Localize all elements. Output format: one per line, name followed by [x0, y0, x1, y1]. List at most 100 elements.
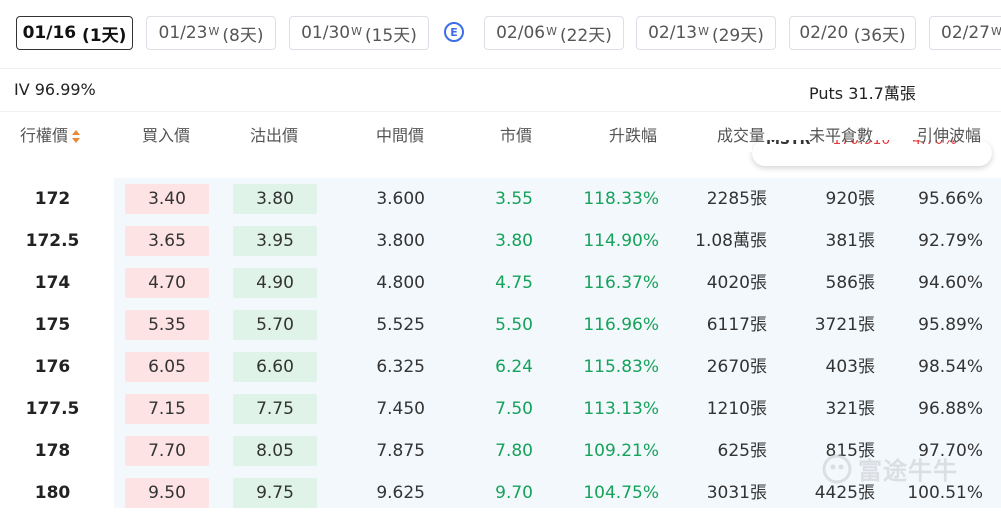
expiry-tab-0116[interactable]: 01/16 (1天) — [16, 16, 133, 50]
cell-mid: 3.800 — [376, 231, 425, 251]
cell-ask[interactable]: 7.75 — [233, 394, 317, 424]
cell-volume: 1210張 — [706, 399, 767, 419]
cell-ask[interactable]: 3.80 — [233, 184, 317, 214]
cell-mid: 7.450 — [376, 399, 425, 419]
weekly-marker: W — [698, 24, 709, 38]
cell-bid[interactable]: 7.70 — [125, 436, 209, 466]
cell-iv: 95.66% — [918, 189, 983, 209]
cell-volume: 2285張 — [706, 189, 767, 209]
tab-date: 02/13 — [648, 23, 698, 43]
cell-oi: 321張 — [825, 399, 875, 419]
cell-last: 7.80 — [495, 441, 533, 461]
cell-strike: 178 — [34, 441, 71, 461]
cell-bid[interactable]: 3.65 — [125, 226, 209, 256]
cell-volume: 4020張 — [706, 273, 767, 293]
cell-change: 115.83% — [583, 357, 659, 377]
cell-last: 3.80 — [495, 231, 533, 251]
table-row[interactable]: 177.5 7.15 7.75 7.450 7.50 113.13% 1210張 321張 96… — [0, 388, 1001, 430]
cell-volume: 625張 — [717, 441, 767, 461]
cell-oi: 403張 — [825, 357, 875, 377]
cell-last: 5.50 — [495, 315, 533, 335]
expiry-tab-0206[interactable]: 02/06 W (22天) — [484, 16, 624, 50]
cell-mid: 6.325 — [376, 357, 425, 377]
tab-days: (22天) — [559, 25, 612, 46]
cell-ask[interactable]: 3.95 — [233, 226, 317, 256]
tab-days: (1天) — [82, 25, 127, 46]
earnings-icon: E — [444, 22, 464, 42]
sort-icon[interactable] — [72, 129, 81, 144]
cell-ask[interactable]: 8.05 — [233, 436, 317, 466]
expiry-tab-0123[interactable]: 01/23 W (8天) — [146, 16, 276, 50]
cell-iv: 96.88% — [918, 399, 983, 419]
cell-bid[interactable]: 4.70 — [125, 268, 209, 298]
cell-oi: 920張 — [825, 189, 875, 209]
tab-days: (29天) — [711, 25, 764, 46]
header-bid: 買入價 — [142, 126, 191, 145]
tab-date: 01/16 — [22, 23, 77, 43]
header-last: 市價 — [500, 126, 533, 145]
cell-strike: 176 — [34, 357, 71, 377]
cell-mid: 3.600 — [376, 189, 425, 209]
watermark-text: 富途牛牛 — [858, 457, 958, 485]
expiry-tab-0213[interactable]: 02/13 W (29天) — [636, 16, 776, 50]
table-row[interactable]: 172.5 3.65 3.95 3.800 3.80 114.90% 1.08萬張 381張 9… — [0, 220, 1001, 262]
expiry-tab-0220[interactable]: 02/20 (36天) — [789, 16, 916, 50]
header-iv: 引伸波幅 — [917, 126, 982, 145]
header-mid: 中間價 — [376, 126, 425, 145]
tab-days: (15天) — [364, 25, 417, 46]
cell-mid: 4.800 — [376, 273, 425, 293]
cell-change: 109.21% — [583, 441, 659, 461]
cell-bid[interactable]: 5.35 — [125, 310, 209, 340]
cell-strike: 172 — [34, 189, 71, 209]
cell-ask[interactable]: 4.90 — [233, 268, 317, 298]
cell-bid[interactable]: 9.50 — [125, 478, 209, 508]
header-ask: 沽出價 — [250, 126, 299, 145]
cell-mid: 7.875 — [376, 441, 425, 461]
weekly-marker: W — [991, 24, 1001, 38]
cell-bid[interactable]: 7.15 — [125, 394, 209, 424]
table-row[interactable]: 174 4.70 4.90 4.800 4.75 116.37% 4020張 586張 94.6… — [0, 262, 1001, 304]
weekly-marker: W — [546, 24, 557, 38]
table-header: 行權價 買入價 沽出價 中間價 市價 升跌幅 成交量 未平倉數 引伸波幅 — [0, 112, 1001, 152]
puts-volume-summary: Puts 31.7萬張 — [809, 84, 916, 103]
cell-last: 6.24 — [495, 357, 533, 377]
cell-change: 118.33% — [583, 189, 659, 209]
cell-volume: 1.08萬張 — [695, 231, 767, 251]
tab-date: 02/20 — [799, 23, 849, 43]
divider — [0, 68, 1001, 69]
cell-iv: 95.89% — [918, 315, 983, 335]
expiry-tab-0227[interactable]: 02/27 W — [929, 16, 1001, 50]
expiry-tabs: 01/16 (1天) 01/23 W (8天) 01/30 W (15天) E 02/0… — [0, 0, 1001, 68]
tab-date: 02/06 — [496, 23, 546, 43]
tab-days: (36天) — [853, 25, 906, 46]
table-row[interactable]: 176 6.05 6.60 6.325 6.24 115.83% 2670張 403張 98.5… — [0, 346, 1001, 388]
cell-change: 116.96% — [583, 315, 659, 335]
header-strike[interactable]: 行權價 — [20, 122, 81, 146]
cell-change: 113.13% — [583, 399, 659, 419]
weekly-marker: W — [208, 24, 220, 38]
table-row[interactable]: 172 3.40 3.80 3.600 3.55 118.33% 2285張 920張 95.6… — [0, 178, 1001, 220]
expiry-tab-0130[interactable]: 01/30 W (15天) — [289, 16, 429, 50]
cell-iv: 94.60% — [918, 273, 983, 293]
weekly-marker: W — [351, 24, 362, 38]
futu-logo-icon — [822, 454, 852, 483]
tab-days: (8天) — [222, 25, 264, 46]
cell-bid[interactable]: 6.05 — [125, 352, 209, 382]
cell-ask[interactable]: 9.75 — [233, 478, 317, 508]
cell-last: 7.50 — [495, 399, 533, 419]
cell-change: 116.37% — [583, 273, 659, 293]
header-volume: 成交量 — [717, 126, 766, 145]
cell-bid[interactable]: 3.40 — [125, 184, 209, 214]
cell-strike: 174 — [34, 273, 71, 293]
cell-ask[interactable]: 5.70 — [233, 310, 317, 340]
cell-last: 3.55 — [495, 189, 533, 209]
cell-mid: 5.525 — [376, 315, 425, 335]
table-row[interactable]: 175 5.35 5.70 5.525 5.50 116.96% 6117張 3721張 95.… — [0, 304, 1001, 346]
cell-iv: 92.79% — [918, 231, 983, 251]
tab-date: 02/27 — [941, 23, 990, 43]
tab-date: 01/30 — [301, 23, 351, 43]
cell-strike: 172.5 — [25, 231, 80, 251]
cell-ask[interactable]: 6.60 — [233, 352, 317, 382]
cell-strike: 175 — [34, 315, 71, 335]
cell-volume: 2670張 — [706, 357, 767, 377]
